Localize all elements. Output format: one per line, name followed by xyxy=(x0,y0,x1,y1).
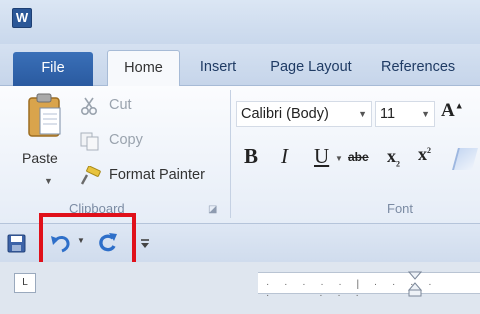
highlight-box xyxy=(39,213,136,267)
tab-file[interactable]: File xyxy=(13,52,93,86)
scissors-icon xyxy=(80,97,98,116)
paste-label: Paste xyxy=(22,150,58,166)
chevron-down-icon[interactable]: ▼ xyxy=(358,102,367,126)
ruler-area: L · · · · · | · · · · · · · · xyxy=(0,262,480,314)
tab-insert[interactable]: Insert xyxy=(186,50,250,86)
grow-font-button[interactable]: A▲ xyxy=(441,100,464,122)
font-name-combobox[interactable]: Calibri (Body) ▼ xyxy=(236,101,372,127)
clipboard-icon xyxy=(28,93,61,137)
chevron-down-icon[interactable]: ▼ xyxy=(335,154,343,163)
underline-button[interactable]: U xyxy=(314,144,329,169)
paintbrush-icon xyxy=(80,166,101,185)
dialog-launcher-icon[interactable]: ◪ xyxy=(208,204,217,215)
word-app-icon[interactable]: W xyxy=(12,8,32,28)
title-bar: W xyxy=(0,0,480,44)
tab-home[interactable]: Home xyxy=(107,50,180,87)
text-effects-icon[interactable] xyxy=(452,148,478,170)
ribbon-tabs: File Home Insert Page Layout References xyxy=(0,44,480,87)
format-painter-label: Format Painter xyxy=(109,167,205,183)
ruler-ticks: · · · · · | · · · · · · · · xyxy=(266,279,438,301)
font-size-value: 11 xyxy=(380,106,396,122)
cut-label: Cut xyxy=(109,97,132,113)
subscript-button[interactable]: x2 xyxy=(387,146,400,169)
tab-page-layout[interactable]: Page Layout xyxy=(261,50,361,86)
font-size-combobox[interactable]: 11 ▼ xyxy=(375,101,435,127)
chevron-down-icon[interactable]: ▼ xyxy=(421,102,430,126)
superscript-button[interactable]: x2 xyxy=(418,144,431,165)
copy-icon xyxy=(80,132,99,151)
font-group-label: Font xyxy=(387,201,414,216)
indent-marker-icon[interactable] xyxy=(408,271,422,297)
font-name-value: Calibri (Body) xyxy=(241,106,329,122)
strikethrough-button[interactable]: abe xyxy=(348,150,369,164)
tab-selector-button[interactable]: L xyxy=(14,273,36,293)
tab-references[interactable]: References xyxy=(381,50,477,86)
copy-label: Copy xyxy=(109,132,143,148)
italic-button[interactable]: I xyxy=(281,144,288,169)
subscript-letter: x xyxy=(387,146,396,166)
ribbon-home: Paste ▼ Cut Copy Format Painter Clipboar… xyxy=(0,86,480,224)
bold-button[interactable]: B xyxy=(244,144,258,169)
customize-qat-icon[interactable] xyxy=(140,230,150,256)
superscript-letter: x xyxy=(418,144,427,164)
save-icon[interactable] xyxy=(6,230,28,256)
chevron-down-icon[interactable]: ▼ xyxy=(44,176,53,186)
horizontal-ruler[interactable]: · · · · · | · · · · · · · · xyxy=(258,271,480,301)
paste-button[interactable]: Paste ▼ xyxy=(14,90,68,190)
group-divider xyxy=(230,90,231,218)
